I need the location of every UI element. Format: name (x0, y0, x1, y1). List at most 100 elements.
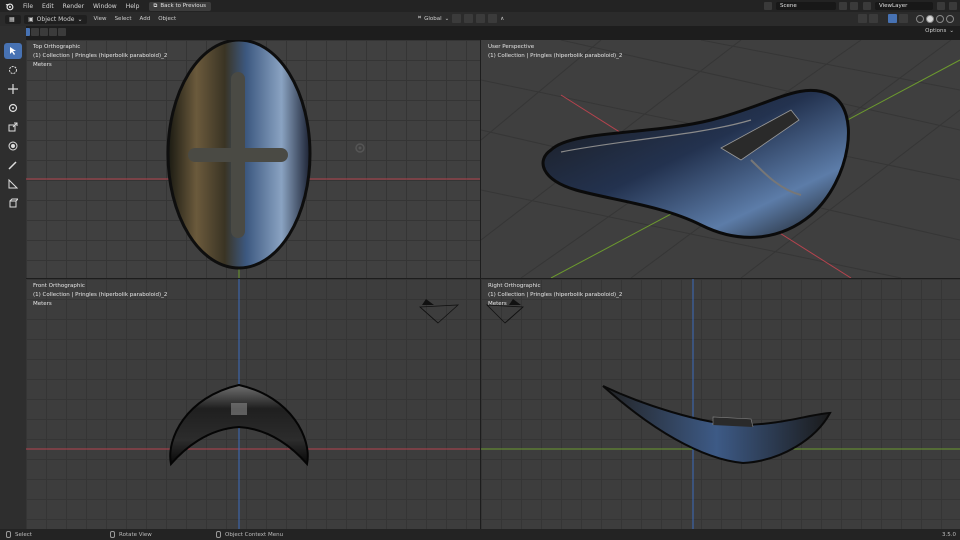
material-shading-icon[interactable] (936, 14, 944, 23)
gizmo-icon[interactable] (869, 14, 878, 23)
xray-icon[interactable] (899, 14, 908, 23)
top-view-info: Top Orthographic (1) Collection | Pringl… (33, 43, 167, 70)
menu-add[interactable]: Add (140, 16, 151, 22)
right-view-collection: (1) Collection | Pringles (hiperbolik pa… (488, 292, 623, 298)
transform-orientation-icon: ⌗ (418, 15, 422, 21)
annotate-icon[interactable] (4, 157, 22, 173)
solid-shading-icon[interactable] (926, 14, 934, 23)
top-view-units: Meters (33, 62, 52, 68)
status-context: Object Context Menu (216, 531, 283, 538)
status-select: Select (6, 531, 32, 538)
persp-view-collection: (1) Collection | Pringles (hiperbolik pa… (488, 53, 623, 59)
front-view-info: Front Orthographic (1) Collection | Prin… (33, 282, 167, 309)
pringle-front-view[interactable] (26, 279, 480, 529)
status-rotate: Rotate View (110, 531, 152, 538)
front-view-units: Meters (33, 301, 52, 307)
delete-scene-icon[interactable] (850, 2, 858, 10)
falloff-icon[interactable]: ∧ (500, 16, 504, 22)
menu-window[interactable]: Window (93, 3, 117, 10)
select-intersect-icon[interactable] (58, 28, 66, 36)
snap-icon[interactable] (464, 14, 474, 23)
pivot-point-icon[interactable] (452, 14, 462, 23)
editor-type-button[interactable]: ▦ (5, 14, 21, 24)
pringle-top-view[interactable] (26, 40, 480, 278)
select-box-icon[interactable] (4, 43, 22, 59)
viewport-top-orthographic[interactable]: Top Orthographic (1) Collection | Pringl… (26, 40, 480, 278)
view-layer-selector[interactable]: ViewLayer (875, 2, 933, 10)
rendered-shading-icon[interactable] (946, 14, 954, 23)
options-dropdown[interactable]: Options ⌄ (925, 28, 954, 34)
right-view-units: Meters (488, 301, 507, 307)
rotate-icon[interactable] (4, 100, 22, 116)
viewport-right-orthographic[interactable]: Right Orthographic (1) Collection | Prin… (481, 279, 960, 529)
options-label: Options (925, 28, 947, 34)
menu-view[interactable]: View (94, 16, 107, 22)
new-view-layer-icon[interactable] (937, 2, 945, 10)
status-bar: Select Rotate View Object Context Menu 3… (0, 529, 960, 540)
mouse-left-icon (6, 531, 11, 538)
chevron-down-icon: ⌄ (77, 15, 83, 23)
chevron-down-icon: ⌄ (949, 28, 954, 34)
status-select-label: Select (15, 531, 32, 538)
light-icon[interactable] (353, 141, 367, 155)
menu-help[interactable]: Help (126, 3, 140, 10)
version-label: 3.5.0 (942, 531, 956, 538)
measure-icon[interactable] (4, 176, 22, 192)
pringle-perspective-view[interactable] (481, 40, 960, 278)
overlays-icon[interactable] (888, 14, 897, 23)
snap-target-icon[interactable] (476, 14, 486, 23)
persp-view-info: User Perspective (1) Collection | Pringl… (488, 43, 622, 61)
visibility-icon[interactable] (858, 14, 867, 23)
new-scene-icon[interactable] (839, 2, 847, 10)
menu-render[interactable]: Render (63, 3, 84, 10)
delete-view-layer-icon[interactable] (949, 2, 957, 10)
menu-file[interactable]: File (23, 3, 33, 10)
editor-type-icon: ▦ (9, 15, 15, 23)
select-subtract-icon[interactable] (40, 28, 48, 36)
top-view-title: Top Orthographic (33, 44, 81, 50)
mouse-middle-icon (110, 531, 115, 538)
chevron-down-icon: ⌄ (444, 15, 450, 22)
viewport-user-perspective[interactable]: User Perspective (1) Collection | Pringl… (481, 40, 960, 278)
move-icon[interactable] (4, 81, 22, 97)
proportional-edit-icon[interactable] (488, 14, 498, 23)
back-icon: ⧉ (153, 2, 158, 9)
object-mode-label: Object Mode (36, 15, 75, 23)
back-to-previous-label: Back to Previous (160, 3, 206, 9)
status-rotate-label: Rotate View (119, 531, 152, 538)
cursor-icon[interactable] (4, 62, 22, 78)
scene-selector[interactable]: Scene (776, 2, 836, 10)
select-extend-icon[interactable] (31, 28, 39, 36)
blender-logo-icon[interactable] (4, 1, 14, 11)
view-layer-icon[interactable] (863, 2, 871, 10)
right-view-title: Right Orthographic (488, 283, 541, 289)
top-menu-bar: File Edit Render Window Help ⧉ Back to P… (0, 0, 960, 12)
right-view-info: Right Orthographic (1) Collection | Prin… (488, 282, 622, 309)
front-view-title: Front Orthographic (33, 283, 85, 289)
add-cube-icon[interactable] (4, 195, 22, 211)
wireframe-shading-icon[interactable] (916, 14, 924, 23)
tool-shelf (4, 43, 23, 211)
front-view-collection: (1) Collection | Pringles (hiperbolik pa… (33, 292, 168, 298)
pringle-side-view[interactable] (481, 279, 960, 529)
scale-icon[interactable] (4, 119, 22, 135)
persp-view-title: User Perspective (488, 44, 535, 50)
mouse-right-icon (216, 531, 221, 538)
menu-object[interactable]: Object (158, 16, 176, 22)
scene-name: Scene (780, 3, 797, 9)
menu-edit[interactable]: Edit (42, 3, 54, 10)
viewport-header: ▦ ▣ Object Mode ⌄ View Select Add Object… (0, 12, 960, 26)
view-layer-name: ViewLayer (879, 3, 908, 9)
back-to-previous-button[interactable]: ⧉ Back to Previous (149, 1, 211, 11)
top-view-collection: (1) Collection | Pringles (hiperbolik pa… (33, 53, 168, 59)
orientation-label[interactable]: Global (424, 16, 442, 22)
scene-icon[interactable] (764, 2, 772, 10)
selection-mode-buttons (22, 28, 66, 36)
select-invert-icon[interactable] (49, 28, 57, 36)
status-context-label: Object Context Menu (225, 531, 284, 538)
object-mode-icon: ▣ (28, 15, 34, 23)
transform-icon[interactable] (4, 138, 22, 154)
menu-select[interactable]: Select (115, 16, 132, 22)
viewport-front-orthographic[interactable]: Front Orthographic (1) Collection | Prin… (26, 279, 480, 529)
object-mode-dropdown[interactable]: ▣ Object Mode ⌄ (24, 14, 87, 24)
